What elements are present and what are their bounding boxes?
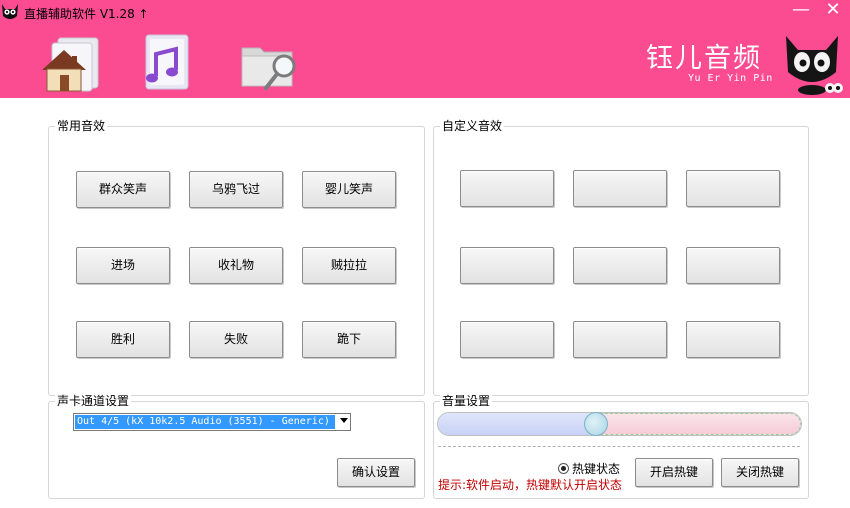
soundcard-selected-value: Out 4/5 (kX 10k2.5 Audio (3551) - Generi… [75, 415, 335, 429]
custom-effect-button[interactable] [686, 321, 780, 358]
home-icon[interactable] [38, 32, 104, 94]
effect-baby-laugh-button[interactable]: 婴儿笑声 [302, 171, 396, 208]
volume-slider[interactable] [437, 412, 802, 436]
effect-kneel-button[interactable]: 跪下 [302, 321, 396, 358]
common-effects-title: 常用音效 [55, 119, 108, 133]
header-bar: 直播辅助软件 V1.28 ↑ — ✕ 钰儿音频 Yu Er Yin Pin [0, 0, 850, 98]
radio-checked-icon[interactable] [558, 463, 569, 474]
hint-text: 提示:软件启动，热键默认开启状态 [438, 478, 623, 492]
custom-effect-button[interactable] [460, 321, 554, 358]
brand-subtitle: Yu Er Yin Pin [688, 73, 773, 84]
window-title: 直播辅助软件 V1.28 ↑ [24, 7, 149, 21]
disable-hotkey-button[interactable]: 关闭热键 [721, 458, 799, 487]
custom-effect-button[interactable] [573, 247, 667, 284]
custom-effects-title: 自定义音效 [440, 119, 505, 133]
effect-gift-button[interactable]: 收礼物 [189, 247, 283, 284]
effect-crow-button[interactable]: 乌鸦飞过 [189, 171, 283, 208]
folder-search-icon[interactable] [238, 32, 304, 94]
custom-effect-button[interactable] [573, 321, 667, 358]
brand-name: 钰儿音频 [646, 43, 762, 74]
soundcard-title: 声卡通道设置 [55, 394, 132, 408]
cat-logo-icon [2, 4, 18, 19]
divider [438, 446, 800, 447]
chevron-down-icon[interactable] [340, 418, 348, 423]
volume-title: 音量设置 [440, 394, 493, 408]
enable-hotkey-button[interactable]: 开启热键 [635, 458, 713, 487]
confirm-settings-button[interactable]: 确认设置 [337, 458, 415, 487]
effect-zeilala-button[interactable]: 贼拉拉 [302, 247, 396, 284]
minimize-button[interactable]: — [790, 0, 812, 22]
volume-slider-thumb[interactable] [584, 412, 608, 436]
hotkey-status-label: 热键状态 [572, 462, 621, 476]
cat-mascot-icon [786, 36, 843, 95]
volume-fill [438, 413, 597, 435]
hotkey-status-radio[interactable]: 热键状态 [558, 460, 620, 477]
music-file-icon[interactable] [132, 32, 198, 94]
close-button[interactable]: ✕ [822, 0, 844, 22]
effect-entrance-button[interactable]: 进场 [76, 247, 170, 284]
custom-effect-button[interactable] [460, 170, 554, 207]
effect-crowd-laugh-button[interactable]: 群众笑声 [76, 171, 170, 208]
volume-remaining [595, 413, 801, 435]
effect-lose-button[interactable]: 失败 [189, 321, 283, 358]
custom-effect-button[interactable] [460, 247, 554, 284]
custom-effect-button[interactable] [573, 170, 667, 207]
soundcard-select[interactable]: Out 4/5 (kX 10k2.5 Audio (3551) - Generi… [73, 413, 351, 431]
custom-effect-button[interactable] [686, 170, 780, 207]
effect-win-button[interactable]: 胜利 [76, 321, 170, 358]
custom-effect-button[interactable] [686, 247, 780, 284]
